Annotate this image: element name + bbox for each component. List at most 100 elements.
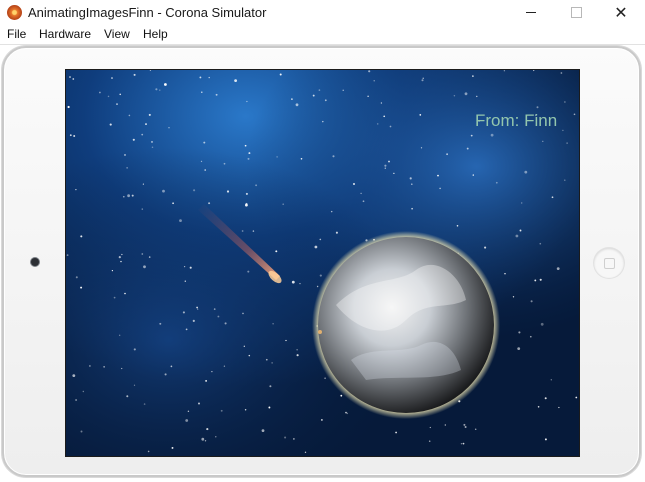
- star: [539, 278, 542, 281]
- star: [345, 411, 347, 414]
- star: [242, 312, 244, 315]
- star: [245, 202, 248, 205]
- star: [116, 103, 118, 105]
- star: [185, 419, 189, 422]
- star: [217, 315, 220, 318]
- star: [324, 377, 326, 380]
- star: [132, 138, 135, 141]
- star: [558, 406, 560, 409]
- star: [224, 322, 227, 325]
- simulator-screen[interactable]: From: Finn: [65, 69, 580, 457]
- star: [428, 440, 431, 442]
- menu-hardware[interactable]: Hardware: [39, 27, 91, 41]
- star: [275, 250, 278, 253]
- home-button[interactable]: [594, 248, 624, 278]
- star: [324, 99, 327, 102]
- window-title: AnimatingImagesFinn - Corona Simulator: [28, 5, 267, 20]
- star: [421, 79, 424, 82]
- minimize-icon: [526, 12, 536, 13]
- star: [170, 365, 173, 368]
- star: [474, 428, 477, 430]
- star: [422, 77, 424, 79]
- star: [124, 154, 126, 156]
- title-bar: AnimatingImagesFinn - Corona Simulator ✕: [0, 0, 645, 25]
- star: [504, 273, 506, 275]
- star: [463, 423, 466, 426]
- star: [524, 170, 528, 174]
- star: [268, 406, 271, 409]
- star: [515, 234, 519, 238]
- star: [285, 339, 287, 342]
- star: [80, 286, 83, 289]
- star: [472, 75, 474, 77]
- minimize-button[interactable]: [508, 0, 554, 25]
- star: [197, 402, 201, 405]
- star: [319, 238, 322, 241]
- maximize-icon: [570, 7, 582, 18]
- star: [244, 144, 247, 147]
- star: [261, 429, 265, 432]
- star: [520, 202, 523, 204]
- star: [296, 354, 299, 357]
- star: [300, 157, 303, 160]
- star: [211, 370, 213, 373]
- menu-view[interactable]: View: [104, 27, 130, 41]
- star: [383, 115, 386, 118]
- star: [380, 102, 383, 104]
- star: [162, 189, 165, 193]
- star: [330, 210, 333, 213]
- star: [75, 399, 78, 401]
- star: [164, 373, 167, 376]
- star: [120, 260, 122, 263]
- star: [362, 200, 365, 203]
- star: [124, 292, 126, 295]
- star: [384, 164, 387, 167]
- star: [67, 105, 70, 109]
- star: [141, 208, 144, 210]
- star: [536, 106, 539, 109]
- star: [179, 219, 182, 223]
- star: [472, 174, 474, 176]
- menu-file[interactable]: File: [7, 27, 26, 41]
- star: [293, 438, 295, 440]
- star: [376, 123, 379, 125]
- star: [193, 189, 196, 192]
- star: [223, 162, 226, 165]
- star: [420, 147, 423, 149]
- close-icon: ✕: [614, 4, 628, 22]
- menu-help[interactable]: Help: [143, 27, 168, 41]
- star: [388, 160, 390, 163]
- star: [189, 266, 192, 269]
- star: [276, 156, 278, 158]
- star: [75, 276, 78, 279]
- star: [518, 331, 521, 334]
- planet: [312, 231, 500, 419]
- close-button[interactable]: ✕: [598, 0, 644, 25]
- star: [119, 334, 121, 336]
- star: [159, 89, 161, 91]
- star: [151, 141, 153, 143]
- star: [470, 134, 473, 137]
- star: [411, 183, 413, 185]
- star: [234, 79, 238, 82]
- star: [220, 409, 223, 412]
- star: [299, 282, 301, 285]
- star: [142, 183, 144, 185]
- star: [529, 335, 532, 338]
- star: [279, 73, 282, 76]
- star: [99, 91, 101, 94]
- star: [314, 245, 318, 249]
- star: [255, 184, 257, 187]
- star: [393, 172, 395, 175]
- star: [183, 265, 186, 268]
- star: [384, 167, 386, 169]
- star: [133, 348, 136, 351]
- star: [566, 142, 568, 144]
- star: [321, 419, 323, 421]
- star: [269, 385, 272, 388]
- star: [133, 384, 136, 386]
- from-caption: From: Finn: [475, 111, 558, 130]
- star: [466, 147, 469, 150]
- maximize-button[interactable]: [553, 0, 599, 25]
- star: [199, 76, 202, 79]
